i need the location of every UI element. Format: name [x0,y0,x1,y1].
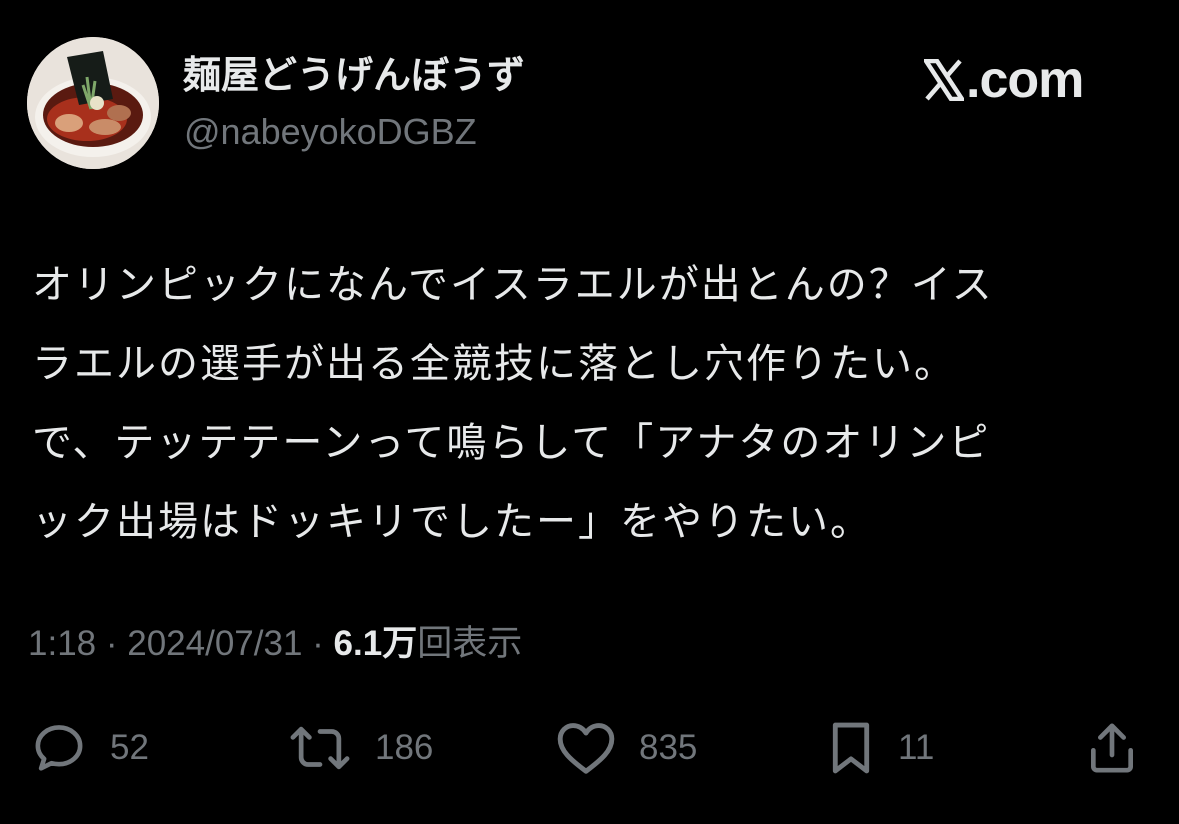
ramen-bowl-image [27,37,159,169]
bookmark-count: 11 [898,728,935,767]
heart-icon [557,723,615,774]
tweet-meta: 1:18 · 2024/07/31 · 6.1万回表示 [28,622,522,666]
reply-icon [35,725,83,771]
share-button[interactable] [1084,716,1140,780]
display-name[interactable]: 麺屋どうげんぼうず [183,52,525,98]
tweet-text: オリンピックになんでイスラエルが出とんの？イス ラエルの選手が出る全競技に落とし… [32,246,1152,562]
views-label: 回表示 [417,624,523,663]
tweet-date[interactable]: 2024/07/31 [127,624,302,663]
user-handle[interactable]: @nabeyokoDGBZ [184,110,477,154]
tweet-card: 麺屋どうげんぼうず @nabeyokoDGBZ .com オリンピックになんでイ… [0,0,1179,824]
reply-count: 52 [110,728,149,767]
views-count[interactable]: 6.1万 [334,624,418,663]
meta-separator: · [312,624,334,663]
reply-button[interactable]: 52 [30,716,149,780]
bookmark-button[interactable]: 11 [826,716,934,780]
repost-count: 186 [375,728,434,767]
tweet-text-line: ック出場はドッキリでしたー」をやりたい。 [32,499,872,545]
tweet-text-line: で、テッテテーンって鳴らして「アナタのオリンピ [32,420,991,466]
bookmark-icon [832,722,870,774]
like-button[interactable]: 835 [555,716,697,780]
x-logo-icon [924,59,964,101]
x-com-logo: .com [924,51,1084,109]
tweet-text-line: ラエルの選手が出る全競技に落とし穴作りたい。 [32,341,956,387]
logo-domain-text: .com [966,51,1084,109]
share-icon [1091,723,1133,773]
repost-icon [290,726,350,770]
like-count: 835 [639,728,698,767]
tweet-text-line: オリンピックになんでイスラエルが出とんの？イス [32,262,994,308]
tweet-time[interactable]: 1:18 [28,624,96,663]
meta-separator: · [105,624,128,663]
action-bar: 52 186 835 11 [0,716,1179,780]
avatar[interactable] [27,37,159,169]
repost-button[interactable]: 186 [287,716,433,780]
